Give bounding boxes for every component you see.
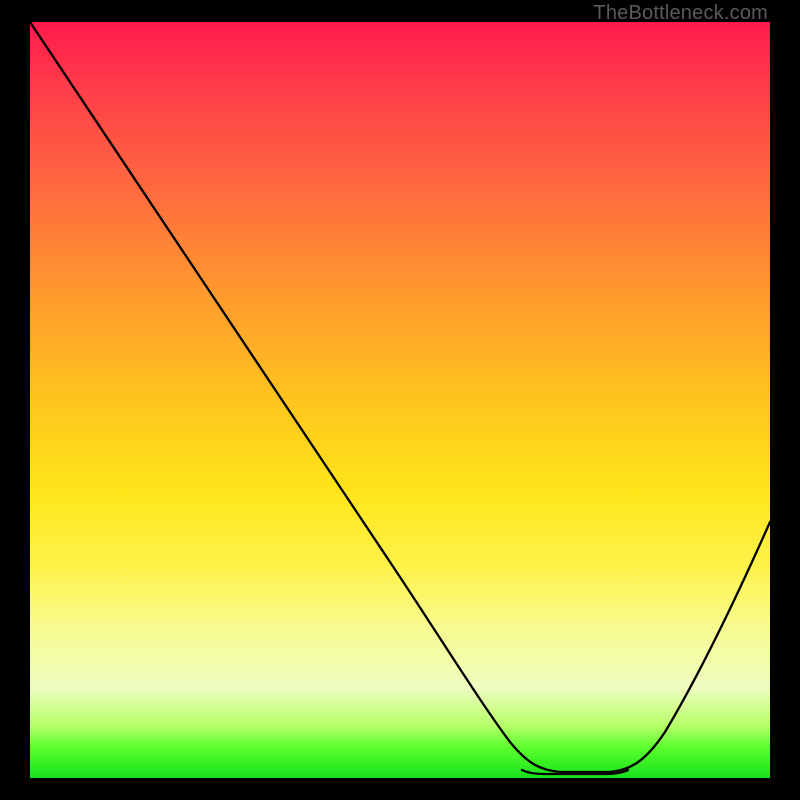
curve-path: [30, 22, 770, 772]
plot-area: [30, 22, 770, 778]
bottleneck-curve: [30, 22, 770, 778]
chart-frame: TheBottleneck.com: [0, 0, 800, 800]
